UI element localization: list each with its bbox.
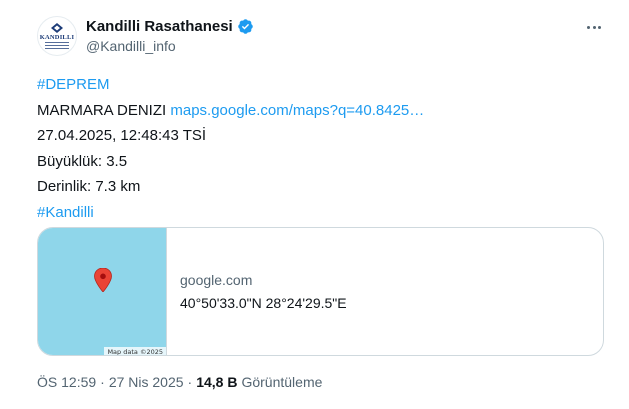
datetime-text: 27.04.2025, 12:48:43 TSİ xyxy=(37,127,207,144)
map-link[interactable]: maps.google.com/maps?q=40.8425… xyxy=(170,102,424,119)
tweet-text: #DEPREM MARMARA DENIZI maps.google.com/m… xyxy=(37,72,424,225)
card-info: google.com 40°50'33.0"N 28°24'29.5"E xyxy=(167,228,347,355)
hashtag-deprem[interactable]: #DEPREM xyxy=(37,76,110,93)
depth-text: Derinlik: 7.3 km xyxy=(37,178,141,195)
card-domain: google.com xyxy=(180,272,253,288)
map-credit: Map data ©2025 xyxy=(104,347,166,355)
author-handle[interactable]: @Kandilli_info xyxy=(86,38,176,54)
link-preview-card[interactable]: Map data ©2025 google.com 40°50'33.0"N 2… xyxy=(37,227,604,356)
tweet-date[interactable]: 27 Nis 2025 xyxy=(109,374,184,390)
avatar-logo-text: KANDILLI xyxy=(39,34,75,41)
location-text: MARMARA DENIZI xyxy=(37,101,167,119)
hashtag-kandilli[interactable]: #Kandilli xyxy=(37,204,94,221)
meta-separator: · xyxy=(187,374,193,390)
map-pin-icon xyxy=(94,268,112,292)
avatar-logo-lines xyxy=(45,42,69,49)
verified-badge-icon[interactable] xyxy=(237,18,254,35)
more-options-icon[interactable] xyxy=(582,17,606,37)
card-coordinates: 40°50'33.0"N 28°24'29.5"E xyxy=(180,295,347,311)
tweet-meta: ÖS 12:59 · 27 Nis 2025 · 14,8 B Görüntül… xyxy=(37,374,322,390)
views-count[interactable]: 14,8 B xyxy=(196,374,237,390)
avatar[interactable]: KANDILLI xyxy=(37,16,77,56)
author-display-name[interactable]: Kandilli Rasathanesi xyxy=(86,18,233,35)
magnitude-text: Büyüklük: 3.5 xyxy=(37,152,128,170)
map-thumbnail[interactable]: Map data ©2025 xyxy=(38,228,167,355)
kandilli-logo-icon xyxy=(51,23,63,33)
meta-separator: · xyxy=(100,374,105,390)
tweet-time[interactable]: ÖS 12:59 xyxy=(37,374,96,390)
views-label: Görüntüleme xyxy=(241,374,323,390)
author-name-row: Kandilli Rasathanesi xyxy=(86,17,254,36)
